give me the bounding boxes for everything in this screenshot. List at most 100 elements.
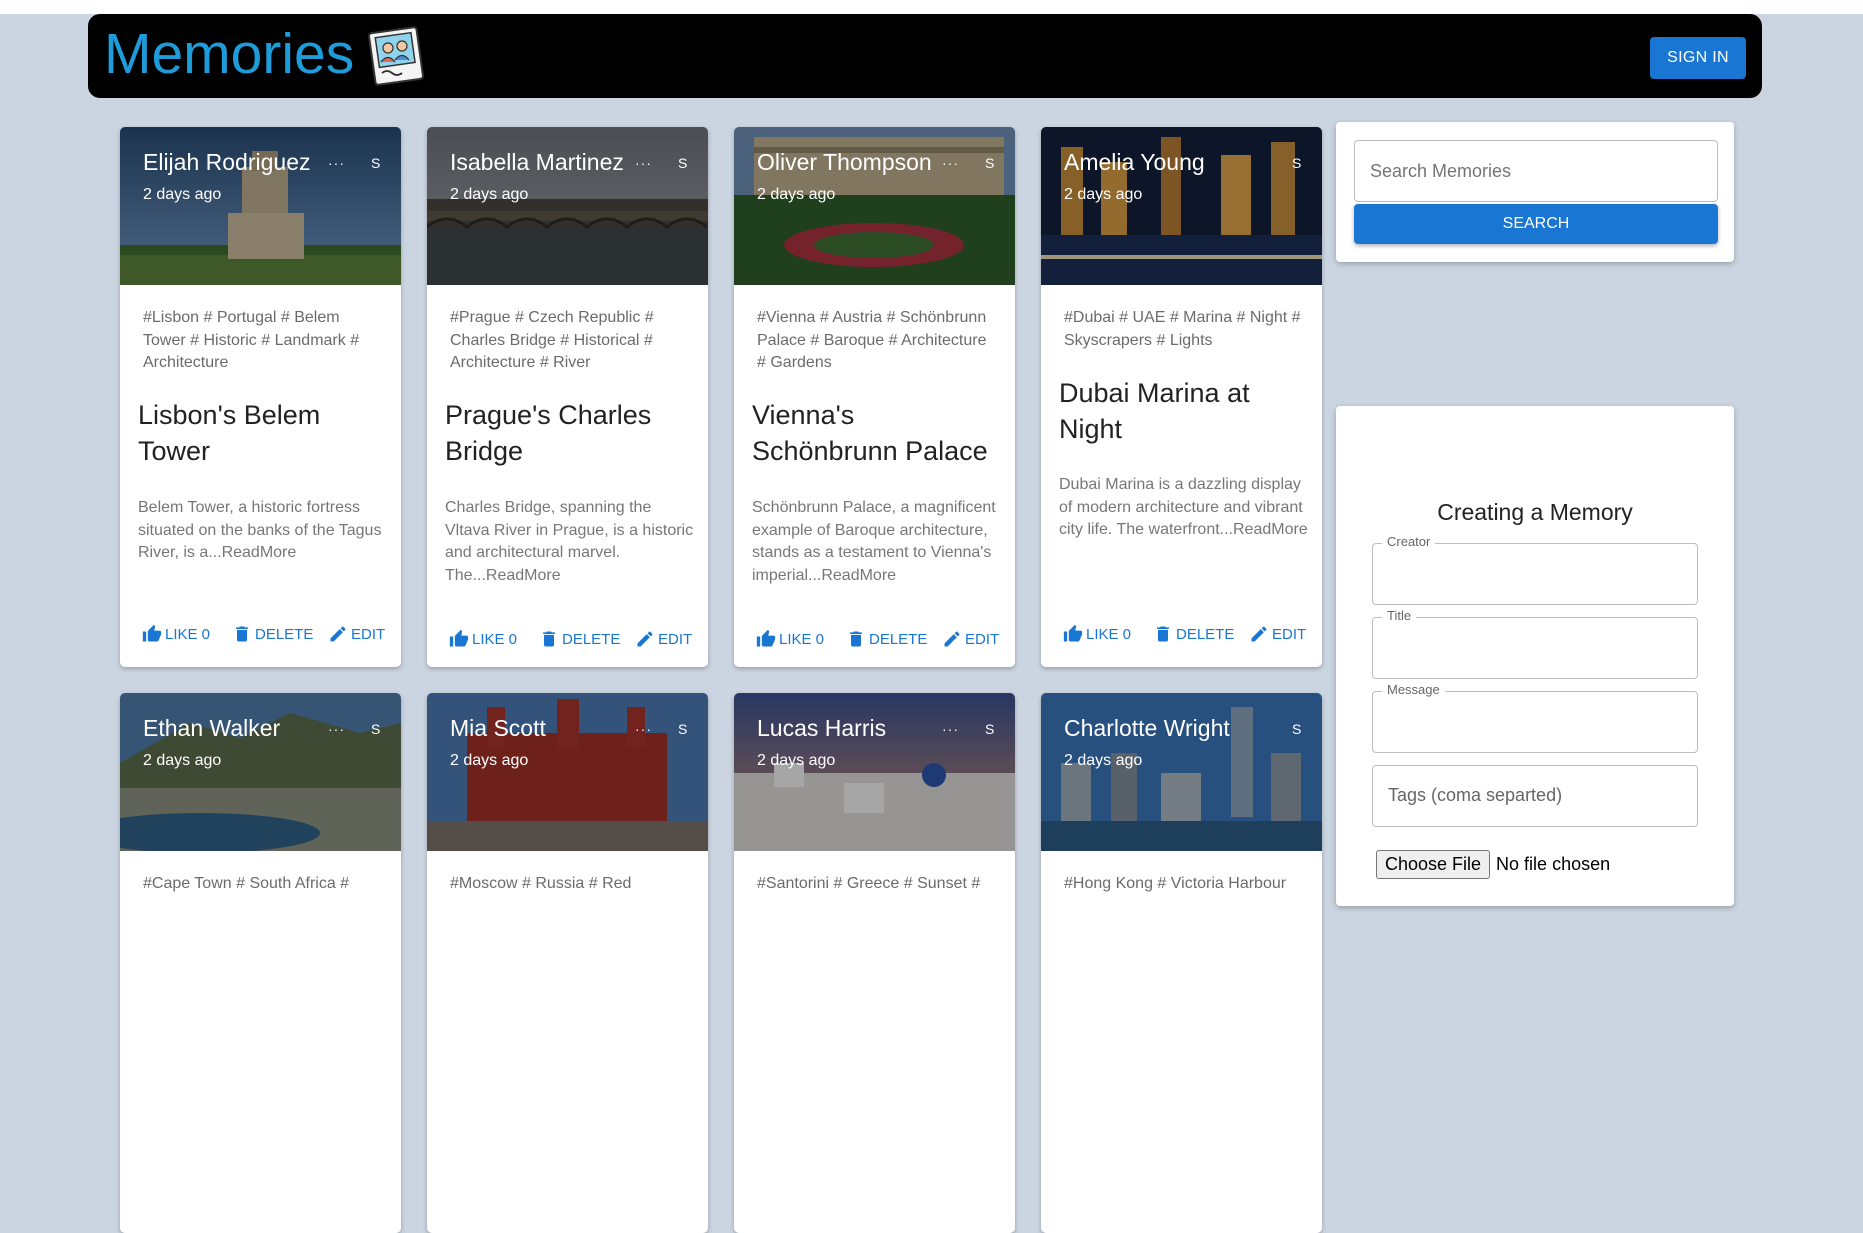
- card-message[interactable]: Schönbrunn Palace, a magnificent example…: [752, 497, 1004, 587]
- card-tags: #Prague # Czech Republic # Charles Bridg…: [450, 309, 654, 371]
- like-button[interactable]: LIKE 0: [1063, 624, 1131, 644]
- form-title: Creating a Memory: [1437, 499, 1633, 525]
- delete-button[interactable]: DELETE: [1153, 624, 1234, 644]
- like-label: LIKE 0: [779, 630, 825, 648]
- delete-label: DELETE: [562, 630, 621, 648]
- card-message[interactable]: Belem Tower, a historic fortress situate…: [138, 497, 390, 565]
- pencil-icon: [1251, 626, 1267, 642]
- tags-field[interactable]: Tags (coma separted): [1372, 765, 1698, 827]
- edit-button[interactable]: EDIT: [942, 629, 999, 649]
- memory-card: Lucas Harris 2 days ago ··· S #Santorini…: [734, 693, 1015, 1233]
- memory-card: Amelia Young 2 days ago S #Dubai # UAE #…: [1041, 127, 1322, 667]
- message-field[interactable]: Message: [1372, 682, 1698, 753]
- choose-file-button[interactable]: Choose File: [1376, 850, 1491, 879]
- delete-button[interactable]: DELETE: [846, 629, 927, 649]
- like-label: LIKE 0: [472, 630, 518, 648]
- card-creator: Isabella Martinez: [450, 149, 624, 175]
- top-strip: [0, 0, 1863, 14]
- memory-card: Charlotte Wright 2 days ago S #Hong Kong…: [1041, 693, 1322, 1233]
- memory-card: Mia Scott 2 days ago ··· S #Moscow # Rus…: [427, 693, 708, 1233]
- card-creator: Ethan Walker: [143, 715, 281, 741]
- more-options-icon[interactable]: ···: [942, 155, 959, 171]
- card-time: 2 days ago: [1064, 752, 1143, 769]
- memories-photo-icon: [368, 26, 424, 86]
- card-actions: LIKE 0 DELETE EDIT: [734, 629, 1015, 659]
- card-s-button[interactable]: S: [371, 721, 380, 737]
- card-s-button[interactable]: S: [678, 155, 687, 171]
- thumb-up-icon: [142, 624, 162, 642]
- sign-in-button[interactable]: SIGN IN: [1650, 37, 1746, 79]
- card-time: 2 days ago: [143, 186, 222, 203]
- trash-icon: [543, 631, 555, 647]
- like-button[interactable]: LIKE 0: [142, 624, 210, 644]
- edit-button[interactable]: EDIT: [1249, 624, 1306, 644]
- memory-card: Oliver Thompson 2 days ago ··· S #Vienna…: [734, 127, 1015, 667]
- title-field[interactable]: Title: [1372, 608, 1698, 679]
- card-creator: Charlotte Wright: [1064, 715, 1230, 741]
- card-message[interactable]: Dubai Marina is a dazzling display of mo…: [1059, 474, 1311, 542]
- card-title: Lisbon's Belem Tower: [138, 400, 321, 466]
- memory-card: Isabella Martinez 2 days ago ··· S #Prag…: [427, 127, 708, 667]
- app-bar: Memories SIGN IN: [88, 14, 1762, 98]
- like-button[interactable]: LIKE 0: [449, 629, 517, 649]
- edit-button[interactable]: EDIT: [328, 624, 385, 644]
- memory-card: Elijah Rodriguez 2 days ago ··· S #Lisbo…: [120, 127, 401, 667]
- card-s-button[interactable]: S: [985, 155, 994, 171]
- edit-label: EDIT: [965, 630, 1000, 648]
- search-button[interactable]: SEARCH: [1354, 204, 1718, 244]
- creator-field[interactable]: Creator: [1372, 534, 1698, 605]
- card-time: 2 days ago: [450, 186, 529, 203]
- card-creator: Elijah Rodriguez: [143, 149, 311, 175]
- card-time: 2 days ago: [450, 752, 529, 769]
- card-creator: Lucas Harris: [757, 715, 887, 741]
- thumb-up-icon: [756, 629, 776, 647]
- create-memory-form: Creating a Memory Creator Title Message …: [1336, 406, 1734, 906]
- card-time: 2 days ago: [143, 752, 222, 769]
- pencil-icon: [637, 631, 653, 647]
- card-actions: LIKE 0 DELETE EDIT: [1041, 624, 1322, 654]
- card-s-button[interactable]: S: [985, 721, 994, 737]
- more-options-icon[interactable]: ···: [635, 155, 652, 171]
- card-message[interactable]: Charles Bridge, spanning the Vltava Rive…: [445, 497, 697, 587]
- delete-label: DELETE: [255, 625, 314, 643]
- file-picker: Choose File No file chosen: [1376, 850, 1610, 879]
- card-title: Dubai Marina at Night: [1059, 378, 1250, 444]
- card-tags: #Cape Town # South Africa #: [143, 875, 350, 892]
- card-time: 2 days ago: [757, 752, 836, 769]
- edit-button[interactable]: EDIT: [635, 629, 692, 649]
- trash-icon: [1157, 626, 1169, 642]
- pencil-icon: [330, 626, 346, 642]
- edit-label: EDIT: [351, 625, 386, 643]
- creator-label: Creator: [1382, 534, 1436, 549]
- delete-label: DELETE: [869, 630, 928, 648]
- more-options-icon[interactable]: ···: [328, 155, 345, 171]
- like-button[interactable]: LIKE 0: [756, 629, 824, 649]
- like-label: LIKE 0: [1086, 625, 1132, 643]
- card-s-button[interactable]: S: [1292, 721, 1301, 737]
- card-s-button[interactable]: S: [371, 155, 380, 171]
- delete-button[interactable]: DELETE: [539, 629, 620, 649]
- app-title: Memories: [104, 22, 355, 86]
- card-tags: #Hong Kong # Victoria Harbour: [1064, 875, 1287, 892]
- card-creator: Oliver Thompson: [757, 149, 932, 175]
- card-title: Vienna's Schönbrunn Palace: [752, 400, 988, 466]
- card-tags: #Dubai # UAE # Marina # Night # Skyscrap…: [1064, 309, 1301, 349]
- edit-label: EDIT: [1272, 625, 1307, 643]
- pencil-icon: [944, 631, 960, 647]
- card-time: 2 days ago: [1064, 186, 1143, 203]
- trash-icon: [850, 631, 862, 647]
- search-input[interactable]: [1354, 140, 1718, 202]
- card-s-button[interactable]: S: [1292, 155, 1301, 171]
- card-creator: Mia Scott: [450, 715, 546, 741]
- more-options-icon[interactable]: ···: [635, 721, 652, 737]
- title-label: Title: [1382, 608, 1417, 623]
- card-s-button[interactable]: S: [678, 721, 687, 737]
- delete-button[interactable]: DELETE: [232, 624, 313, 644]
- more-options-icon[interactable]: ···: [942, 721, 959, 737]
- more-options-icon[interactable]: ···: [328, 721, 345, 737]
- memory-card: Ethan Walker 2 days ago ··· S #Cape Town…: [120, 693, 401, 1233]
- delete-label: DELETE: [1176, 625, 1235, 643]
- card-time: 2 days ago: [757, 186, 836, 203]
- card-creator: Amelia Young: [1064, 149, 1205, 175]
- card-actions: LIKE 0 DELETE EDIT: [427, 629, 708, 659]
